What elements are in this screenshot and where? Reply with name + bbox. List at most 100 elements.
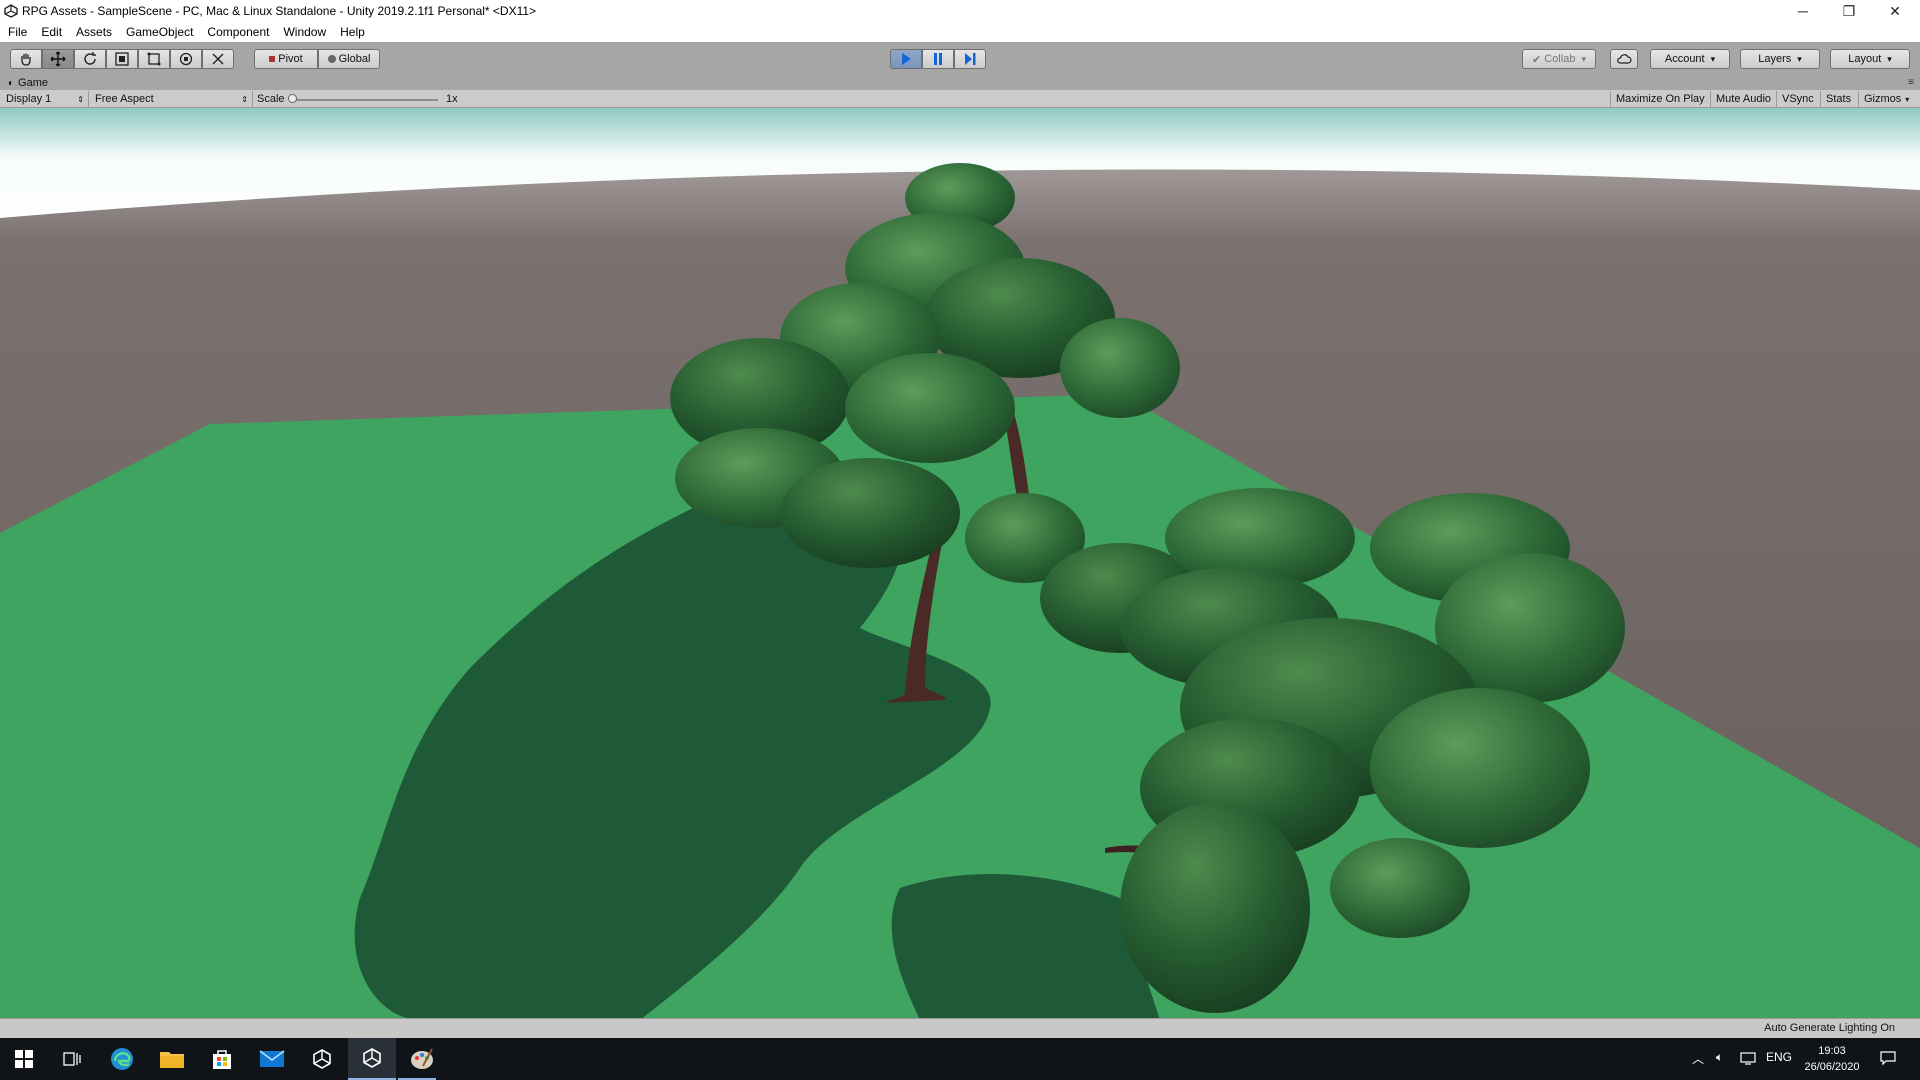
layout-dropdown[interactable]: Layout [1830, 49, 1910, 69]
network-icon[interactable] [1740, 1051, 1756, 1070]
chevron-down-icon: ▾ [1905, 94, 1910, 104]
check-icon: ✔ [1532, 53, 1542, 66]
step-icon [965, 53, 976, 65]
tray-chevron-up-icon[interactable]: ︿ [1692, 1050, 1704, 1067]
display-dropdown[interactable]: Display 1 ⇕ [6, 91, 84, 107]
language-indicator[interactable]: ENG [1766, 1050, 1792, 1064]
folder-icon [160, 1052, 184, 1068]
panel-menu-icon[interactable]: ≡ [1908, 77, 1914, 88]
scale-label: Scale [252, 91, 285, 107]
hand-icon [21, 53, 31, 66]
transform-tool-button[interactable] [170, 49, 202, 69]
vsync-toggle[interactable]: VSync [1776, 91, 1819, 107]
aspect-dropdown[interactable]: Free Aspect ⇕ [88, 91, 248, 107]
display-label: Display 1 [6, 93, 52, 105]
play-icon [902, 53, 911, 65]
scale-tool-button[interactable] [106, 49, 138, 69]
tab-row [0, 76, 1920, 90]
pause-icon [934, 53, 942, 65]
collab-dropdown[interactable]: ✔ Collab [1522, 49, 1596, 69]
layers-label: Layers [1758, 53, 1792, 65]
step-button[interactable] [954, 49, 986, 69]
tools-icon [212, 53, 224, 65]
updown-icon: ⇕ [77, 94, 84, 104]
collab-label: Collab [1544, 53, 1576, 65]
cloud-button[interactable] [1610, 49, 1638, 69]
updown-icon: ⇕ [241, 94, 248, 104]
unity-hub-button[interactable] [298, 1038, 346, 1080]
menu-assets[interactable]: Assets [69, 25, 119, 39]
maximize-on-play-toggle[interactable]: Maximize On Play [1610, 91, 1710, 107]
layout-label: Layout [1848, 53, 1882, 65]
rotate-tool-button[interactable] [74, 49, 106, 69]
pivot-toggle[interactable]: Pivot [254, 49, 318, 69]
aspect-label: Free Aspect [95, 93, 154, 105]
restore-button[interactable]: ❐ [1826, 0, 1872, 22]
move-tool-button[interactable] [42, 49, 74, 69]
pause-button[interactable] [922, 49, 954, 69]
right-tree-canopy [1330, 838, 1470, 938]
play-button[interactable] [890, 49, 922, 69]
unity-hub-icon [313, 1049, 331, 1069]
menu-file[interactable]: File [1, 25, 34, 39]
menu-gameobject[interactable]: GameObject [119, 25, 200, 39]
unity-logo-icon [4, 4, 18, 18]
minimize-button[interactable]: ─ [1780, 0, 1826, 22]
menu-help[interactable]: Help [333, 25, 372, 39]
left-tree-canopy [780, 458, 960, 568]
menu-bar: File Edit Assets GameObject Component Wi… [0, 22, 1920, 42]
unity-editor-button[interactable] [348, 1038, 396, 1080]
start-button[interactable] [0, 1038, 48, 1080]
tab-game[interactable]: ◐ Game [0, 76, 56, 90]
gizmos-label: Gizmos [1864, 93, 1902, 105]
custom-tool-button[interactable] [202, 49, 234, 69]
left-tree-canopy [845, 353, 1015, 463]
left-tree-canopy [1060, 318, 1180, 418]
notifications-icon[interactable] [1880, 1050, 1896, 1071]
game-controller-icon: ◐ [8, 77, 15, 89]
scale-value: 1x [446, 93, 458, 105]
global-toggle[interactable]: Global [318, 49, 380, 69]
menu-window[interactable]: Window [276, 25, 333, 39]
global-label: Global [338, 53, 371, 65]
scale-icon [115, 52, 129, 66]
layers-dropdown[interactable]: Layers [1740, 49, 1820, 69]
paint-button[interactable] [398, 1038, 446, 1080]
mail-button[interactable] [248, 1038, 296, 1080]
gizmos-dropdown[interactable]: Gizmos ▾ [1858, 91, 1914, 107]
right-tree-canopy [1370, 688, 1590, 848]
scale-slider-thumb[interactable] [288, 94, 297, 103]
task-view-icon [63, 1052, 81, 1066]
task-view-button[interactable] [48, 1038, 96, 1080]
clock[interactable]: 19:03 26/06/2020 [1800, 1043, 1864, 1075]
edge-button[interactable] [98, 1038, 146, 1080]
rect-transform-icon [147, 52, 161, 66]
move-arrows-icon [50, 51, 66, 67]
scale-slider-track[interactable] [290, 99, 438, 101]
clock-date: 26/06/2020 [1804, 1061, 1860, 1073]
menu-component[interactable]: Component [200, 25, 276, 39]
close-button[interactable]: ✕ [1872, 0, 1918, 22]
mute-audio-toggle[interactable]: Mute Audio [1710, 91, 1776, 107]
mail-envelope-icon [259, 1050, 285, 1067]
file-explorer-button[interactable] [148, 1038, 196, 1080]
hand-tool-button[interactable] [10, 49, 42, 69]
volume-icon[interactable]: 🔈︎ [1716, 1050, 1723, 1065]
pivot-label: Pivot [278, 53, 303, 65]
account-dropdown[interactable]: Account [1650, 49, 1730, 69]
rotate-icon [84, 52, 96, 65]
windows-logo-icon [15, 1050, 33, 1068]
right-tree-canopy [1120, 803, 1310, 1013]
cloud-icon [1617, 54, 1632, 64]
pivot-icon [269, 56, 276, 62]
stats-toggle[interactable]: Stats [1820, 91, 1856, 107]
store-button[interactable] [198, 1038, 246, 1080]
game-viewport[interactable] [0, 108, 1920, 1020]
tab-game-label: Game [18, 77, 49, 89]
globe-icon [327, 55, 336, 63]
edge-browser-icon [111, 1048, 133, 1070]
window-title: RPG Assets - SampleScene - PC, Mac & Lin… [22, 4, 537, 18]
lighting-status: Auto Generate Lighting On [1764, 1022, 1895, 1034]
rect-tool-button[interactable] [138, 49, 170, 69]
menu-edit[interactable]: Edit [34, 25, 69, 39]
